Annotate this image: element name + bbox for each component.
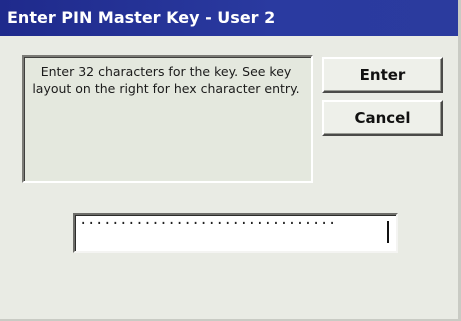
instruction-text: Enter 32 characters for the key. See key…	[32, 64, 300, 96]
text-caret	[387, 221, 389, 243]
pin-key-input[interactable]: ································	[73, 213, 398, 253]
dialog-title: Enter PIN Master Key - User 2	[0, 0, 458, 36]
enter-button[interactable]: Enter	[322, 57, 443, 93]
cancel-button[interactable]: Cancel	[322, 100, 443, 136]
pin-entry-dialog: Enter PIN Master Key - User 2 Enter 32 c…	[0, 0, 461, 321]
pin-masked-value: ································	[79, 216, 336, 232]
instruction-panel: Enter 32 characters for the key. See key…	[22, 55, 313, 183]
